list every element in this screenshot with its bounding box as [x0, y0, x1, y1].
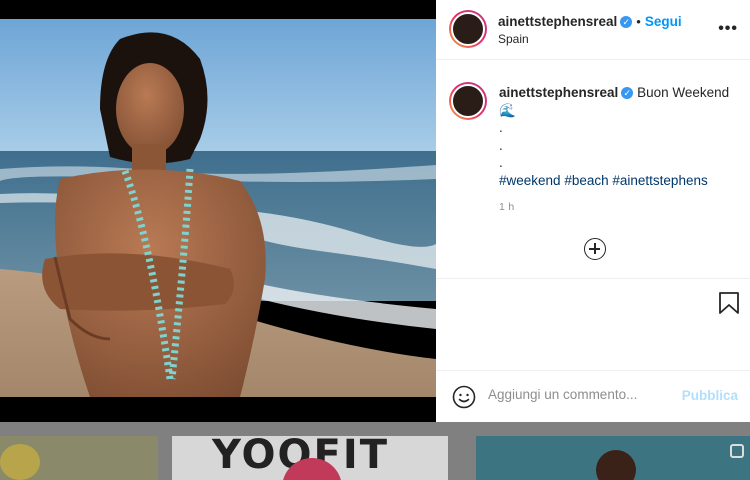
post-side-panel: ainettstephensreal ✓ • Segui Spain ••• aine… [436, 0, 750, 422]
hashtag-link[interactable]: #weekend [499, 173, 561, 188]
thumbnail-decoration [0, 444, 40, 480]
multiple-posts-icon [730, 444, 744, 458]
bookmark-icon[interactable] [718, 291, 740, 320]
verified-badge-icon: ✓ [621, 87, 634, 99]
avatar-image [451, 84, 485, 118]
caption-dot-line: . [499, 137, 503, 153]
caption-dot-line: . [499, 120, 503, 135]
more-options-icon[interactable]: ••• [718, 20, 738, 38]
caption-dot-line: . [499, 155, 503, 170]
author-line: ainettstephensreal ✓ • Segui [498, 13, 682, 31]
post-photo[interactable] [0, 19, 436, 397]
post-timestamp: 1 h [499, 201, 515, 213]
post-location[interactable]: Spain [498, 32, 529, 46]
thumbnail-decoration [596, 450, 636, 480]
instagram-post-modal: ainettstephensreal ✓ • Segui Spain ••• aine… [0, 0, 750, 480]
caption-first-line: ainettstephensreal ✓ Buon Weekend 🌊 [499, 84, 739, 119]
comment-bar: Pubblica [436, 370, 750, 422]
caption-avatar[interactable] [449, 82, 487, 120]
grid-thumbnail[interactable] [476, 436, 750, 480]
post-actions [436, 278, 750, 370]
grid-thumbnail[interactable] [0, 436, 158, 480]
caption-hashtags: #weekend #beach #ainettstephens [499, 172, 739, 190]
avatar-image [451, 12, 485, 46]
follow-button[interactable]: Segui [645, 14, 682, 29]
beach-photo-illustration [0, 19, 436, 397]
emoji-icon[interactable] [452, 385, 476, 414]
grid-thumbnail[interactable]: YOOFIT [172, 436, 448, 480]
caption-username[interactable]: ainettstephensreal [499, 85, 618, 100]
author-avatar[interactable] [449, 10, 487, 48]
comment-input[interactable] [488, 387, 668, 402]
add-circle-icon[interactable] [584, 238, 606, 260]
hashtag-link[interactable]: #ainettstephens [612, 173, 707, 188]
separator-dot: • [636, 14, 641, 29]
author-username[interactable]: ainettstephensreal [498, 14, 617, 29]
post-header: ainettstephensreal ✓ • Segui Spain ••• [436, 0, 750, 60]
post-caption: ainettstephensreal ✓ Buon Weekend 🌊 . . .… [499, 84, 739, 189]
hashtag-link[interactable]: #beach [564, 173, 608, 188]
publish-button[interactable]: Pubblica [682, 388, 738, 403]
verified-badge-icon: ✓ [620, 16, 633, 28]
post-media-panel [0, 0, 436, 422]
